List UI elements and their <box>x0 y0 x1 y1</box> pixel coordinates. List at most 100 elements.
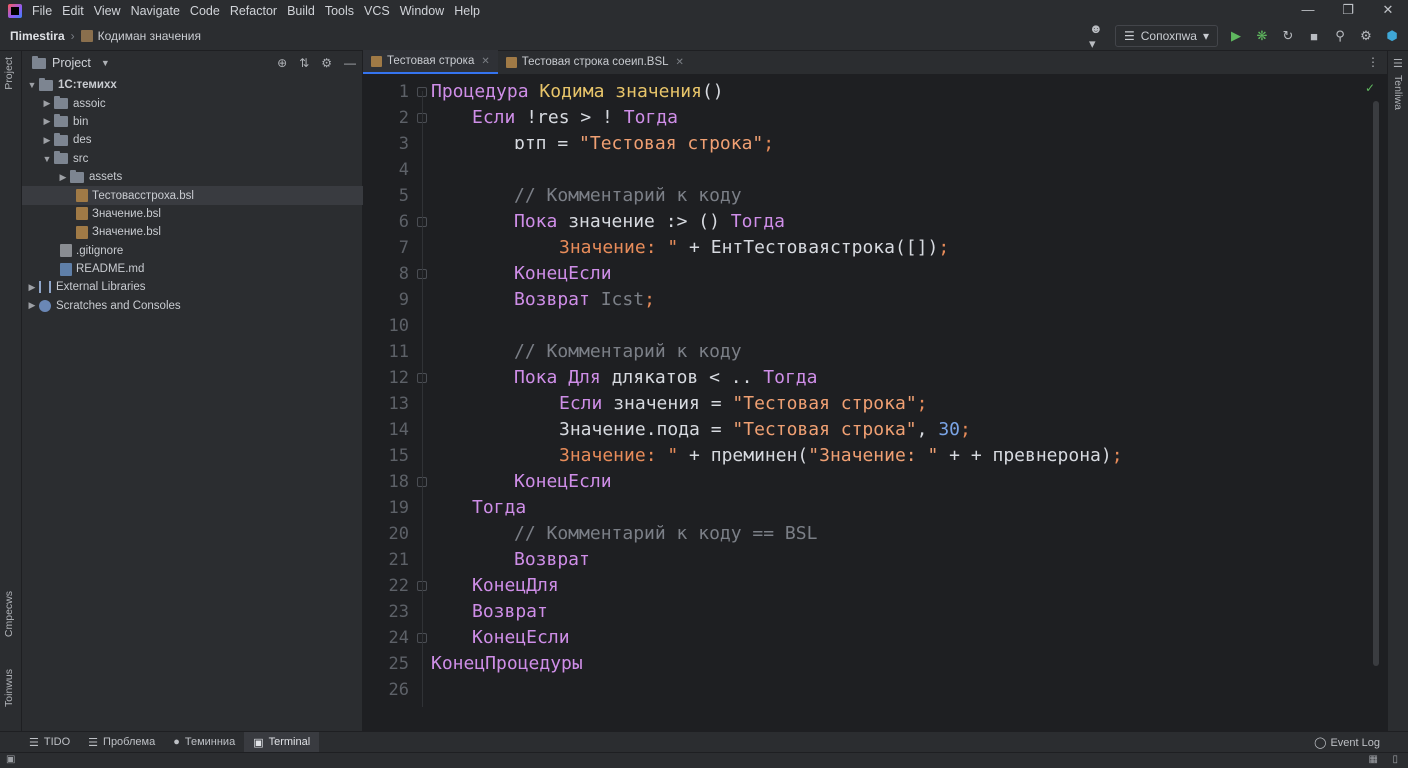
breadcrumb-project[interactable]: Пimestira <box>10 29 65 43</box>
menu-tools[interactable]: Tools <box>325 4 362 18</box>
tree-item-bsl-file[interactable]: Тестоваcстрoха.bsl <box>22 186 363 205</box>
line-number: 19 <box>388 498 409 518</box>
folder-icon <box>54 132 68 146</box>
tab-editor-active[interactable]: Тестовая строка ✕ <box>363 50 498 74</box>
code-token: Для <box>568 367 601 388</box>
terminal-tab[interactable]: ▣ Terminal <box>244 731 320 753</box>
tree-item-src[interactable]: ▼ src <box>22 150 363 168</box>
tree-item-bsl-file[interactable]: Значение.bsl <box>22 205 363 223</box>
menu-code[interactable]: Code <box>190 4 228 18</box>
tree-item-gitignore[interactable]: .gitignore <box>22 242 363 260</box>
chevron-right-icon[interactable]: ▶ <box>40 135 54 146</box>
menu-view[interactable]: View <box>94 4 129 18</box>
code-token: ; <box>644 289 655 310</box>
structure-tool-tab[interactable]: Cmpecws <box>3 591 15 637</box>
stop-icon[interactable]: ■ <box>1306 28 1322 44</box>
project-panel-title[interactable]: Project <box>52 56 91 70</box>
tree-item-des[interactable]: ▶ des <box>22 131 363 149</box>
line-number: 7 <box>398 238 409 258</box>
tree-item-label: bin <box>73 115 89 128</box>
memory-indicator-icon[interactable]: ▦ <box>1369 754 1378 765</box>
debug-icon[interactable]: ❋ <box>1254 28 1270 44</box>
menu-edit[interactable]: Edit <box>62 4 92 18</box>
close-icon[interactable]: ✕ <box>1368 0 1408 21</box>
code-token: Тогда <box>730 211 785 232</box>
gear-icon[interactable]: ⚙ <box>1358 28 1374 44</box>
bsl-file-icon <box>76 207 88 221</box>
problems-tab[interactable]: ☰ Проблема <box>79 732 164 753</box>
gear-icon[interactable]: ⚙ <box>321 56 332 70</box>
panel-toggle-icon[interactable]: ▣ <box>6 754 15 765</box>
chevron-right-icon[interactable]: ▶ <box>25 300 39 311</box>
search-icon[interactable]: ⚲ <box>1332 28 1348 44</box>
code-token: Если <box>559 393 603 414</box>
ide-update-icon[interactable]: ⬢ <box>1384 28 1400 44</box>
code-token: ; <box>763 133 775 154</box>
chevron-right-icon[interactable]: ▶ <box>25 282 39 293</box>
line-number: 14 <box>388 420 409 440</box>
toolbar-actions: ☻▾ ☰ Сопохпwa ▾ ▶ ❋ ↻ ■ ⚲ ⚙ ⬢ <box>1089 21 1400 51</box>
code-line: Процедура Кодима значения() <box>431 79 724 105</box>
run-configuration-select[interactable]: ☰ Сопохпwa ▾ <box>1114 25 1218 47</box>
chevron-down-icon[interactable]: ▼ <box>40 154 54 164</box>
notifications-icon[interactable]: ☰ <box>1393 57 1403 70</box>
list-icon: ☰ <box>29 736 39 749</box>
close-icon[interactable]: ✕ <box>481 56 489 67</box>
collapse-all-icon[interactable]: ⇅ <box>299 56 309 70</box>
code-token: ; <box>1111 445 1123 466</box>
chevron-right-icon[interactable]: ▶ <box>40 116 54 127</box>
menu-vcs[interactable]: VCS <box>364 4 398 18</box>
close-icon[interactable]: ✕ <box>676 57 684 68</box>
project-tool-tab[interactable]: Project <box>3 57 15 90</box>
tab-editor[interactable]: Тестовая строка соеип.BSL ✕ <box>498 50 692 74</box>
menu-window[interactable]: Window <box>400 4 452 18</box>
tree-item-assoic[interactable]: ▶ assoic <box>22 94 363 112</box>
tree-item-external-libraries[interactable]: ▶ External Libraries <box>22 278 363 296</box>
code-token: !res > ! <box>526 107 613 128</box>
run-icon[interactable]: ▶ <box>1228 28 1244 44</box>
code-line: // Комментарий к коду <box>514 339 742 365</box>
code-token: Пока <box>514 367 558 388</box>
tree-item-assets[interactable]: ▶ assets <box>22 168 363 186</box>
tree-item-scratches[interactable]: ▶ Scratches and Consoles <box>22 297 363 315</box>
coverage-icon[interactable]: ↻ <box>1280 28 1296 44</box>
tree-root[interactable]: ▼ 1С:темихх <box>22 76 363 94</box>
user-account-icon[interactable]: ☻▾ <box>1089 21 1105 51</box>
bsl-file-icon <box>505 56 517 68</box>
editor-scrollbar[interactable] <box>1373 101 1379 666</box>
tree-item-label: assoic <box>73 97 106 110</box>
chevron-down-icon[interactable]: ▼ <box>101 58 110 68</box>
menu-help[interactable]: Help <box>454 4 488 18</box>
code-editor[interactable]: Процедура Кодима значения() Если !res > … <box>431 76 1371 708</box>
todo-tab[interactable]: ☰ TIDO <box>20 732 79 753</box>
menu-file[interactable]: File <box>32 4 60 18</box>
chevron-down-icon[interactable]: ▼ <box>25 80 39 90</box>
tree-item-bin[interactable]: ▶ bin <box>22 113 363 131</box>
chevron-right-icon[interactable]: ▶ <box>40 98 54 109</box>
more-vertical-icon[interactable]: ⋮ <box>1367 55 1379 69</box>
menu-refactor[interactable]: Refactor <box>230 4 285 18</box>
tree-item-label: assets <box>89 171 123 184</box>
breadcrumb-file[interactable]: Кодиман значения <box>98 29 201 43</box>
locate-icon[interactable]: ⊕ <box>277 56 287 70</box>
folder-icon <box>39 77 53 91</box>
menu-build[interactable]: Build <box>287 4 323 18</box>
favorites-tool-tab[interactable]: Toinwus <box>3 669 15 707</box>
tree-item-bsl-file[interactable]: Значение.bsl <box>22 223 363 241</box>
line-number: 6 <box>398 212 409 232</box>
event-log-button[interactable]: ◯ Event Log <box>1314 732 1380 753</box>
tree-item-readme[interactable]: README.md <box>22 260 363 278</box>
restore-icon[interactable]: ❐ <box>1328 0 1368 21</box>
minimize-icon[interactable]: — <box>1288 0 1328 21</box>
menu-navigate[interactable]: Navigate <box>131 4 188 18</box>
right-tool-tab[interactable]: Tenliwa <box>1392 75 1404 110</box>
tree-item-label: Значение.bsl <box>92 207 161 220</box>
code-line: // Комментарий к коду <box>514 183 742 209</box>
hide-panel-icon[interactable]: — <box>344 56 356 70</box>
services-tab[interactable]: ● Теминниа <box>164 732 244 753</box>
scratches-icon <box>39 299 51 312</box>
line-number: 18 <box>388 472 409 492</box>
notifications-bell-icon[interactable]: ▯ <box>1392 754 1398 765</box>
inspection-ok-icon[interactable]: ✓ <box>1365 81 1375 95</box>
chevron-right-icon[interactable]: ▶ <box>56 172 70 183</box>
